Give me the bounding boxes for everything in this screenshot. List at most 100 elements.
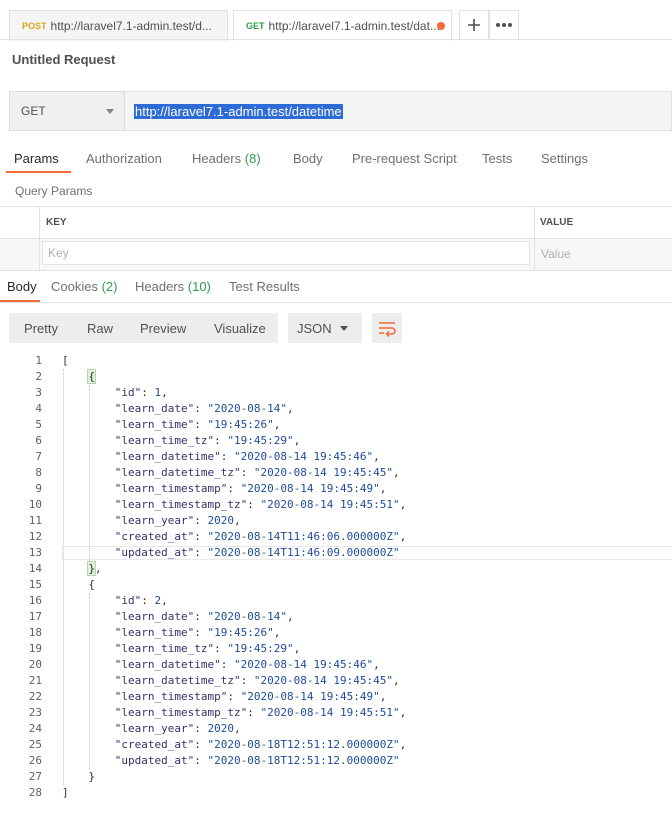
line-number: 9 xyxy=(35,482,42,495)
code-text: "learn_datetime": "2020-08-14 19:45:46", xyxy=(114,450,380,463)
code-text: }, xyxy=(87,561,102,576)
tab-tests[interactable]: Tests xyxy=(482,151,512,166)
line-number: 16 xyxy=(28,594,42,607)
response-tabs: Body Cookies (2) Headers (10) Test Resul… xyxy=(0,279,672,303)
code-text: "learn_year": 2020, xyxy=(114,722,241,735)
url-input[interactable]: http://laravel7.1-admin.test/datetime xyxy=(125,91,672,131)
code-text: "learn_date": "2020-08-14", xyxy=(114,402,294,415)
active-tab-indicator xyxy=(6,171,71,173)
tab-cookies[interactable]: Cookies (2) xyxy=(51,279,117,294)
code-text: [ xyxy=(62,354,69,367)
tab-authorization[interactable]: Authorization xyxy=(86,151,162,166)
code-text: "learn_timestamp": "2020-08-14 19:45:49"… xyxy=(114,482,387,495)
code-text: ] xyxy=(62,786,69,799)
tab-divider xyxy=(0,302,672,303)
wrap-lines-icon xyxy=(379,322,396,338)
code-line: 13 "updated_at": "2020-08-14T11:46:09.000… xyxy=(0,545,672,561)
more-tabs-button[interactable] xyxy=(489,10,519,40)
code-line: 22 "learn_timestamp": "2020-08-14 19:45:4… xyxy=(0,689,672,705)
code-line: 3 "id": 1, xyxy=(0,385,672,401)
matched-bracket: } xyxy=(87,561,96,576)
unsaved-dot-icon xyxy=(437,22,445,30)
line-number: 14 xyxy=(28,562,42,575)
code-text: "learn_time": "19:45:26", xyxy=(114,626,281,639)
key-input[interactable] xyxy=(42,241,530,265)
tab-response-headers[interactable]: Headers (10) xyxy=(135,279,211,294)
code-line: 14}, xyxy=(0,561,672,577)
code-line: 17 "learn_date": "2020-08-14", xyxy=(0,609,672,625)
line-number: 3 xyxy=(35,386,42,399)
checkbox-column xyxy=(0,207,40,238)
code-line: 5 "learn_time": "19:45:26", xyxy=(0,417,672,433)
url-bar: GET http://laravel7.1-admin.test/datetim… xyxy=(9,91,672,131)
tab-headers[interactable]: Headers (8) xyxy=(192,151,261,166)
format-select[interactable]: JSON xyxy=(288,313,362,343)
tab-label: Body xyxy=(293,151,323,166)
tab-pre-request-script[interactable]: Pre-request Script xyxy=(352,151,457,166)
line-number: 7 xyxy=(35,450,42,463)
line-number: 22 xyxy=(28,690,42,703)
line-number: 8 xyxy=(35,466,42,479)
tab-params[interactable]: Params xyxy=(14,151,59,166)
tab-divider xyxy=(0,39,672,40)
code-line: 1[ xyxy=(0,353,672,369)
code-text: "learn_datetime": "2020-08-14 19:45:46", xyxy=(114,658,380,671)
code-text: "learn_datetime_tz": "2020-08-14 19:45:4… xyxy=(114,466,400,479)
pretty-button[interactable]: Pretty xyxy=(24,321,58,336)
request-title[interactable]: Untitled Request xyxy=(12,52,115,67)
code-text: { xyxy=(87,369,96,384)
code-text: "learn_date": "2020-08-14", xyxy=(114,610,294,623)
value-input[interactable]: Value xyxy=(541,247,571,261)
table-row: Value xyxy=(0,239,672,271)
tab-body[interactable]: Body xyxy=(293,151,323,166)
chevron-down-icon xyxy=(106,109,114,114)
code-line: 8 "learn_datetime_tz": "2020-08-14 19:45:… xyxy=(0,465,672,481)
raw-button[interactable]: Raw xyxy=(87,321,113,336)
line-number: 1 xyxy=(35,354,42,367)
tab-response-body[interactable]: Body xyxy=(7,279,37,294)
request-tabs: Params Authorization Headers (8) Body Pr… xyxy=(0,147,672,173)
line-number: 28 xyxy=(28,786,42,799)
row-checkbox-cell xyxy=(0,239,40,270)
line-number: 10 xyxy=(28,498,42,511)
method-value: GET xyxy=(21,104,46,118)
line-number: 15 xyxy=(28,578,42,591)
method-select[interactable]: GET xyxy=(9,91,125,131)
tab-label: Body xyxy=(7,279,37,294)
code-text: "updated_at": "2020-08-18T12:51:12.00000… xyxy=(114,754,400,767)
column-divider[interactable] xyxy=(534,207,535,238)
code-line: 10 "learn_timestamp_tz": "2020-08-14 19:4… xyxy=(0,497,672,513)
tab-url-label: http://laravel7.1-admin.test/dat... xyxy=(268,19,440,33)
visualize-button[interactable]: Visualize xyxy=(214,321,266,336)
line-number: 21 xyxy=(28,674,42,687)
line-number: 24 xyxy=(28,722,42,735)
code-line: 16 "id": 2, xyxy=(0,593,672,609)
tab-label: Pre-request Script xyxy=(352,151,457,166)
query-params-title: Query Params xyxy=(15,184,93,198)
tab-label: Authorization xyxy=(86,151,162,166)
code-text: "learn_timestamp_tz": "2020-08-14 19:45:… xyxy=(114,706,407,719)
code-line: 24 "learn_year": 2020, xyxy=(0,721,672,737)
line-number: 11 xyxy=(28,514,42,527)
code-line: 9 "learn_timestamp": "2020-08-14 19:45:49… xyxy=(0,481,672,497)
url-text: http://laravel7.1-admin.test/datetime xyxy=(134,103,343,119)
wrap-lines-button[interactable] xyxy=(372,313,402,343)
line-number: 20 xyxy=(28,658,42,671)
request-tab-get[interactable]: GET http://laravel7.1-admin.test/dat... xyxy=(233,10,452,41)
line-number: 2 xyxy=(35,370,42,383)
code-text: "created_at": "2020-08-18T12:51:12.00000… xyxy=(114,738,407,751)
code-line: 2{ xyxy=(0,369,672,385)
tab-settings[interactable]: Settings xyxy=(541,151,588,166)
code-text: "id": 1, xyxy=(114,386,168,399)
preview-button[interactable]: Preview xyxy=(140,321,186,336)
tab-label: Headers xyxy=(135,279,185,294)
line-number: 19 xyxy=(28,642,42,655)
new-tab-button[interactable] xyxy=(459,10,489,40)
line-number: 18 xyxy=(28,626,42,639)
indent-guide xyxy=(89,385,91,561)
line-number: 5 xyxy=(35,418,42,431)
plus-icon xyxy=(468,19,480,31)
request-tab-post[interactable]: POST http://laravel7.1-admin.test/d... xyxy=(9,10,228,41)
code-line: 23 "learn_timestamp_tz": "2020-08-14 19:4… xyxy=(0,705,672,721)
tab-test-results[interactable]: Test Results xyxy=(229,279,300,294)
